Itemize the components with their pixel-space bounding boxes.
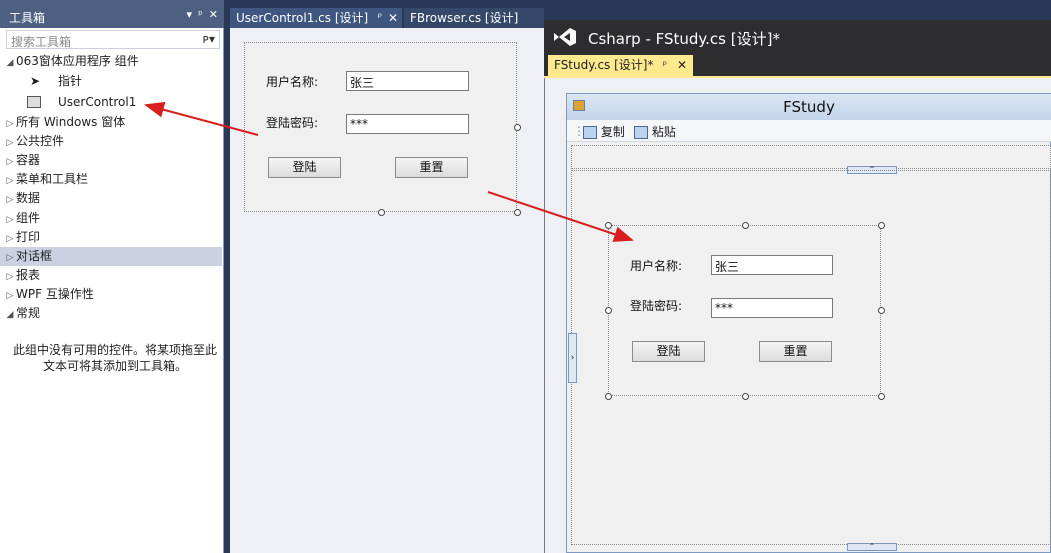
arrow-to-form-instance — [487, 191, 634, 242]
annotation-arrows — [144, 101, 634, 242]
arrow-to-toolbox-item — [144, 101, 259, 136]
